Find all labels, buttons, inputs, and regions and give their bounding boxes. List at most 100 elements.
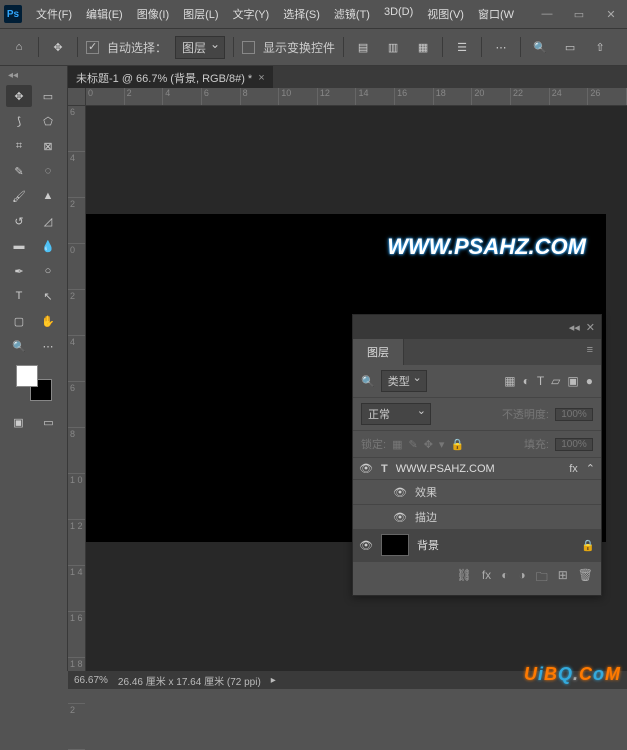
visibility-toggle-icon[interactable]: 👁 [359, 462, 373, 475]
eraser-tool[interactable]: ◿ [35, 210, 61, 232]
fx-badge[interactable]: fx [569, 463, 578, 475]
lock-pixels-icon[interactable]: ▦ [392, 438, 402, 451]
lock-all-icon[interactable]: 🔒 [450, 438, 464, 451]
marquee-tool[interactable]: ▭ [35, 85, 61, 107]
menu-filter[interactable]: 滤镜(T) [328, 2, 376, 26]
menu-type[interactable]: 文字(Y) [227, 2, 276, 26]
lock-move-icon[interactable]: ✥ [424, 438, 433, 451]
layer-name[interactable]: WWW.PSAHZ.COM [396, 463, 561, 475]
menu-layer[interactable]: 图层(L) [177, 2, 224, 26]
lock-position-icon[interactable]: ✎ [408, 438, 417, 451]
layer-item-background[interactable]: 👁 背景 🔒 [353, 530, 601, 561]
panel-header[interactable]: ◂◂ ✕ [353, 315, 601, 339]
frame-tool[interactable]: ⊠ [35, 135, 61, 157]
menu-view[interactable]: 视图(V) [421, 2, 470, 26]
rectangle-tool[interactable]: ▢ [6, 310, 32, 332]
screen-mode-tool[interactable]: ▭ [36, 411, 62, 433]
layer-name[interactable]: 背景 [417, 537, 573, 553]
crop-tool[interactable]: ⌗ [6, 135, 32, 157]
opacity-input[interactable] [555, 408, 593, 421]
distribute-icon[interactable]: ☰ [451, 36, 473, 58]
hand-tool[interactable]: ✋ [35, 310, 61, 332]
mask-icon[interactable]: ◐ [501, 568, 508, 589]
filter-toggle-icon[interactable]: ● [586, 374, 593, 388]
dodge-tool[interactable]: ○ [35, 260, 61, 282]
canvas-text-layer[interactable]: WWW.PSAHZ.COM [387, 234, 586, 260]
blur-tool[interactable]: 💧 [35, 235, 61, 257]
type-tool[interactable]: T [6, 285, 32, 307]
auto-select-checkbox[interactable] [86, 41, 99, 54]
search-icon[interactable]: 🔍 [361, 375, 375, 388]
group-icon[interactable]: 🗀 [536, 568, 548, 589]
pen-tool[interactable]: ✒ [6, 260, 32, 282]
document-dimensions[interactable]: 26.46 厘米 x 17.64 厘米 (72 ppi) [118, 673, 261, 688]
collapse-panel-icon[interactable]: ◂◂ [569, 321, 580, 334]
move-tool[interactable]: ✥ [6, 85, 32, 107]
polygon-lasso-tool[interactable]: ⬠ [35, 110, 61, 132]
zoom-tool[interactable]: 🔍 [6, 335, 32, 357]
foreground-color-swatch[interactable] [16, 365, 38, 387]
lock-artboard-icon[interactable]: ▾ [439, 438, 445, 451]
layer-effects-item[interactable]: 👁 效果 [353, 480, 601, 505]
minimize-button[interactable]: ― [535, 4, 559, 24]
layer-item-text[interactable]: 👁 T WWW.PSAHZ.COM fx ⌃ [353, 458, 601, 480]
brush-tool[interactable]: 🖌 [6, 185, 32, 207]
layer-stroke-item[interactable]: 👁 描边 [353, 505, 601, 530]
zoom-level[interactable]: 66.67% [74, 675, 108, 686]
panel-menu-icon[interactable]: ≡ [579, 339, 601, 365]
filter-type-icon[interactable]: T [537, 374, 544, 388]
visibility-toggle-icon[interactable]: 👁 [393, 511, 407, 524]
delete-layer-icon[interactable]: 🗑 [578, 568, 593, 589]
filter-kind-dropdown[interactable]: 类型 [381, 370, 427, 392]
more-icon[interactable]: ⋯ [490, 36, 512, 58]
horizontal-ruler[interactable]: 02468101214161820222426 [86, 88, 627, 106]
maximize-button[interactable]: ▭ [567, 4, 591, 24]
visibility-toggle-icon[interactable]: 👁 [359, 539, 373, 552]
layers-tab[interactable]: 图层 [353, 339, 404, 365]
edit-toolbar[interactable]: ⋯ [35, 335, 61, 357]
align-left-icon[interactable]: ▤ [352, 36, 374, 58]
home-icon[interactable]: ⌂ [8, 36, 30, 58]
quick-mask-tool[interactable]: ▣ [6, 411, 32, 433]
search-icon[interactable]: 🔍 [529, 36, 551, 58]
path-select-tool[interactable]: ↖ [35, 285, 61, 307]
fx-icon[interactable]: fx [482, 568, 491, 589]
gradient-tool[interactable]: ▬ [6, 235, 32, 257]
close-panel-icon[interactable]: ✕ [586, 321, 595, 334]
vertical-ruler[interactable]: 642024681 01 21 41 61 82 [68, 106, 86, 671]
align-right-icon[interactable]: ▦ [412, 36, 434, 58]
menu-file[interactable]: 文件(F) [30, 2, 78, 26]
adjustment-icon[interactable]: ◑ [518, 568, 525, 589]
filter-shape-icon[interactable]: ▱ [551, 374, 560, 388]
filter-adjustment-icon[interactable]: ◐ [523, 374, 530, 388]
collapse-toolpanel[interactable]: ◂◂ [6, 68, 20, 83]
filter-pixel-icon[interactable]: ▦ [504, 374, 515, 388]
share-icon[interactable]: ⇧ [589, 36, 611, 58]
align-center-icon[interactable]: ▥ [382, 36, 404, 58]
eyedropper-tool[interactable]: ✎ [6, 160, 32, 182]
blend-mode-dropdown[interactable]: 正常 [361, 403, 431, 425]
status-menu-icon[interactable]: ▸ [271, 675, 276, 686]
show-transform-checkbox[interactable] [242, 41, 255, 54]
move-tool-preset-icon[interactable]: ✥ [47, 36, 69, 58]
lasso-tool[interactable]: ⟆ [6, 110, 32, 132]
document-tab[interactable]: 未标题-1 @ 66.7% (背景, RGB/8#) * × [68, 66, 273, 89]
quick-select-tool[interactable]: ◌ [35, 160, 61, 182]
menu-image[interactable]: 图像(I) [131, 2, 175, 26]
color-swatches[interactable] [16, 365, 52, 401]
fill-input[interactable] [555, 438, 593, 451]
collapse-fx-icon[interactable]: ⌃ [586, 462, 595, 475]
close-tab-icon[interactable]: × [258, 72, 264, 84]
visibility-toggle-icon[interactable]: 👁 [393, 486, 407, 499]
history-brush-tool[interactable]: ↺ [6, 210, 32, 232]
clone-stamp-tool[interactable]: ▲ [35, 185, 61, 207]
menu-window[interactable]: 窗口(W [472, 2, 520, 26]
close-button[interactable]: ✕ [599, 4, 623, 24]
layer-thumbnail[interactable] [381, 534, 409, 556]
new-layer-icon[interactable]: ⊞ [558, 568, 568, 589]
filter-smart-icon[interactable]: ▣ [567, 374, 578, 388]
arrange-icon[interactable]: ▭ [559, 36, 581, 58]
menu-3d[interactable]: 3D(D) [378, 2, 419, 26]
link-layers-icon[interactable]: ⛓ [457, 568, 472, 589]
auto-select-dropdown[interactable]: 图层 [175, 36, 225, 59]
